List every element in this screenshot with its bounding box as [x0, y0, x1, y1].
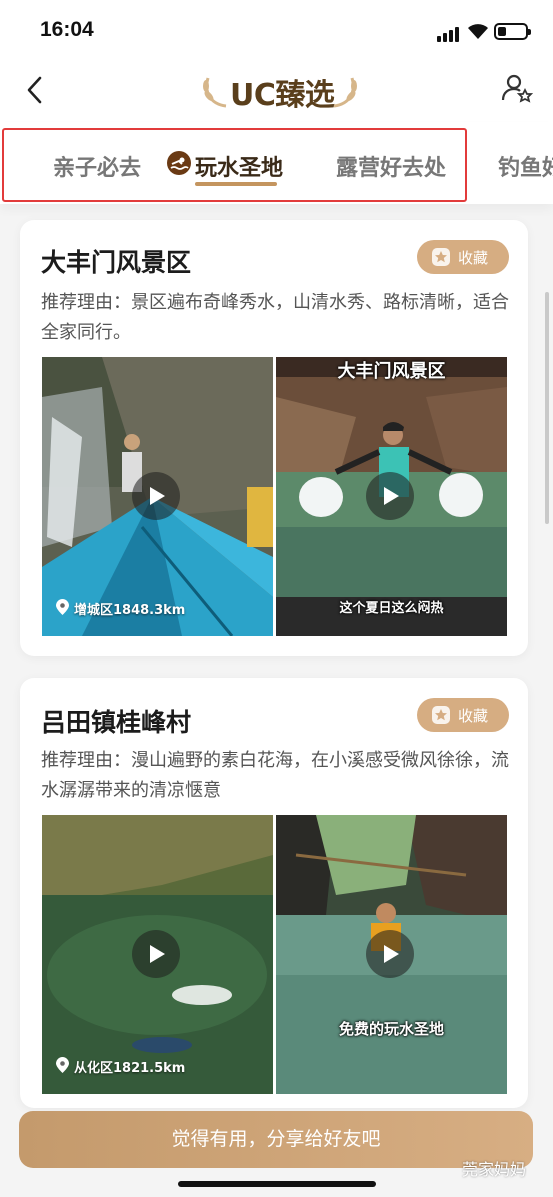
favorite-button[interactable]: 收藏 [417, 240, 509, 274]
play-button[interactable] [132, 930, 180, 978]
play-button[interactable] [132, 472, 180, 520]
signal-icon [437, 26, 461, 42]
category-tabs: 亲子必去 玩水圣地 露营好去处 钓鱼好 [0, 122, 553, 204]
status-time: 16:04 [40, 18, 94, 41]
scrollbar[interactable] [545, 292, 549, 524]
video-caption: 这个夏日这么闷热 [339, 601, 444, 616]
user-star-icon[interactable] [501, 72, 533, 104]
place-card[interactable]: 吕田镇桂峰村 收藏 推荐理由：漫山遍野的素白花海，在小溪感受微风徐徐，流水潺潺带… [20, 678, 528, 1108]
location-tag: 从化区1821.5km [56, 1057, 185, 1076]
recommend-reason: 推荐理由：漫山遍野的素白花海，在小溪感受微风徐徐，流水潺潺带来的清凉惬意 [41, 750, 509, 801]
location-text: 增城区1848.3km [74, 603, 186, 618]
brand-logo: UC臻选 [200, 68, 360, 113]
place-title: 大丰门风景区 [41, 248, 192, 277]
video-thumbnail[interactable]: 免费的玩水圣地 [276, 815, 507, 1094]
tab-camping[interactable]: 露营好去处 [336, 150, 446, 182]
video-caption: 免费的玩水圣地 [338, 1020, 444, 1038]
star-icon [432, 248, 450, 266]
share-button[interactable]: 觉得有用，分享给好友吧 [19, 1111, 533, 1168]
location-pin-icon [56, 1057, 69, 1073]
favorite-button[interactable]: 收藏 [417, 698, 509, 732]
play-button[interactable] [366, 930, 414, 978]
brand-title: UC臻选 [230, 78, 335, 113]
place-title: 吕田镇桂峰村 [41, 708, 192, 737]
place-card[interactable]: 大丰门风景区 收藏 推荐理由：景区遍布奇峰秀水，山清水秀、路标清晰，适合全家同行… [20, 220, 528, 656]
play-button[interactable] [366, 472, 414, 520]
back-arrow-icon[interactable] [22, 74, 50, 106]
favorite-label: 收藏 [458, 707, 489, 725]
tab-water-play[interactable]: 玩水圣地 [195, 150, 283, 182]
status-bar: 16:04 [0, 0, 553, 62]
wifi-icon [468, 24, 488, 39]
star-icon [432, 706, 450, 724]
laurel-left-icon [203, 77, 227, 108]
header: UC臻选 [0, 62, 553, 122]
video-top-caption: 大丰门风景区 [337, 361, 446, 382]
video-thumbnail[interactable]: 从化区1821.5km [42, 815, 273, 1094]
location-pin-icon [56, 599, 69, 615]
favorite-label: 收藏 [458, 249, 489, 267]
location-text: 从化区1821.5km [74, 1061, 186, 1076]
laurel-right-icon [333, 77, 357, 108]
video-thumbnail[interactable]: 大丰门风景区 这个夏日这么闷热 [276, 357, 507, 636]
tab-fishing[interactable]: 钓鱼好 [498, 150, 553, 182]
home-indicator[interactable] [178, 1181, 376, 1187]
video-thumbnail[interactable]: 增城区1848.3km [42, 357, 273, 636]
active-tab-indicator [195, 182, 277, 186]
location-tag: 增城区1848.3km [56, 599, 185, 618]
watermark: 莞家妈妈 [462, 1160, 527, 1179]
recommend-reason: 推荐理由：景区遍布奇峰秀水，山清水秀、路标清晰，适合全家同行。 [41, 292, 509, 343]
tab-family[interactable]: 亲子必去 [53, 150, 141, 182]
battery-icon [494, 23, 531, 40]
swimmer-icon [167, 151, 191, 175]
